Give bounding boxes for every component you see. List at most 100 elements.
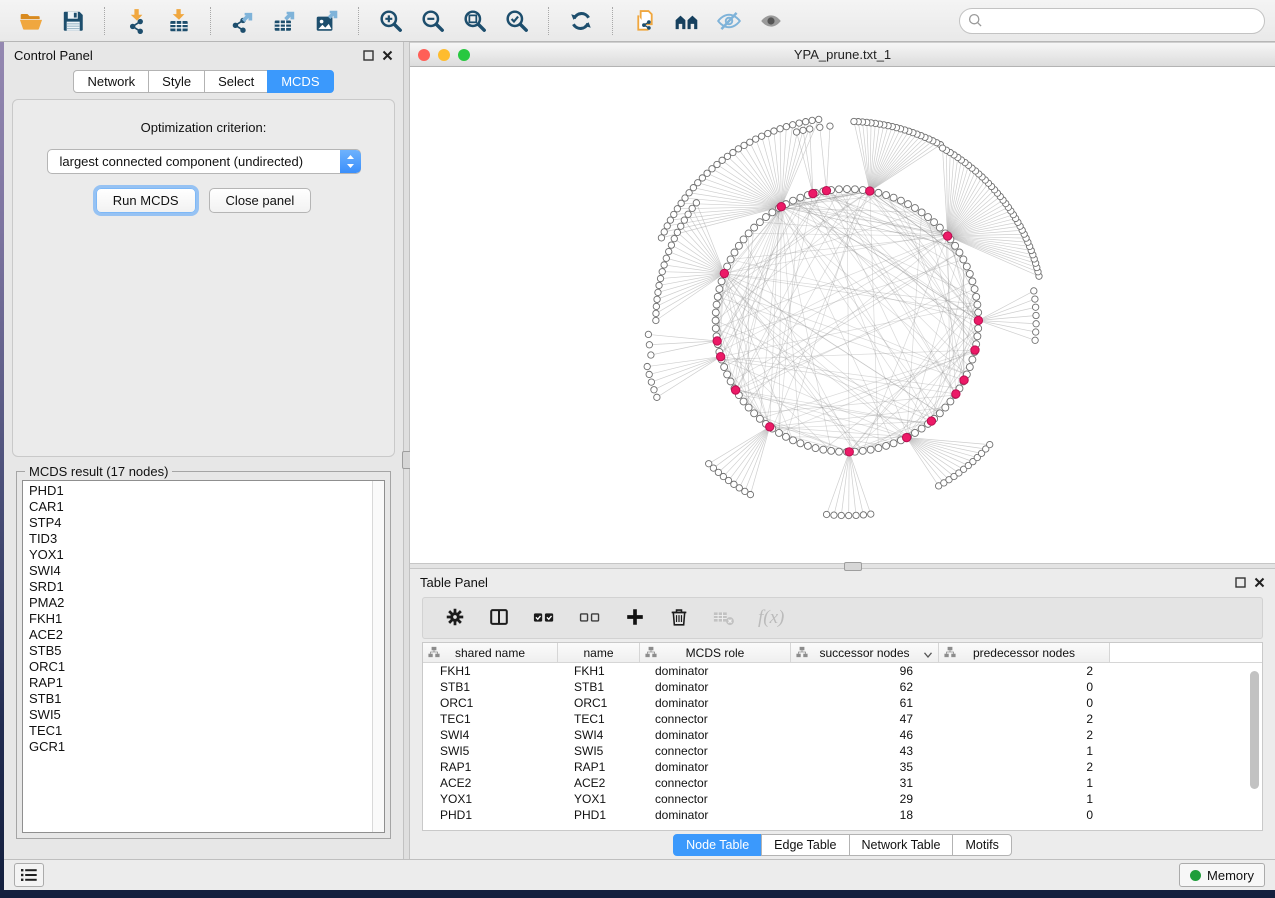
save-button[interactable]: [55, 6, 91, 36]
mcds-result-item[interactable]: PHD1: [29, 483, 372, 499]
table-row[interactable]: FKH1FKH1dominator962: [423, 663, 1262, 679]
vertical-splitter[interactable]: [403, 42, 410, 859]
mcds-result-item[interactable]: PMA2: [29, 595, 372, 611]
column-header-successor-nodes[interactable]: successor nodes: [791, 643, 939, 662]
column-header-predecessor-nodes[interactable]: predecessor nodes: [939, 643, 1110, 662]
hide-selected-button[interactable]: [711, 6, 747, 36]
add-row-button[interactable]: [620, 604, 650, 633]
close-table-panel-icon[interactable]: [1254, 577, 1265, 588]
cell-successor-nodes: 96: [788, 663, 935, 679]
tab-node-table[interactable]: Node Table: [673, 834, 762, 856]
mcds-result-item[interactable]: SWI5: [29, 707, 372, 723]
delete-row-icon: [668, 606, 690, 631]
mcds-list-scrollbar[interactable]: [372, 481, 384, 832]
mcds-result-item[interactable]: TEC1: [29, 723, 372, 739]
close-window-icon[interactable]: [418, 49, 430, 61]
column-header-MCDS-role[interactable]: MCDS role: [640, 643, 791, 662]
cell-MCDS-role: connector: [638, 743, 788, 759]
split-view-button[interactable]: [484, 604, 514, 633]
mcds-result-item[interactable]: SRD1: [29, 579, 372, 595]
table-row[interactable]: SWI5SWI5connector431: [423, 743, 1262, 759]
mcds-result-item[interactable]: GCR1: [29, 739, 372, 755]
cell-MCDS-role: dominator: [638, 727, 788, 743]
zoom-fit-button[interactable]: [457, 6, 493, 36]
table-row[interactable]: TEC1TEC1connector472: [423, 711, 1262, 727]
run-mcds-button[interactable]: Run MCDS: [96, 188, 196, 213]
toolbar-separator: [358, 7, 360, 35]
select-all-button[interactable]: [528, 604, 560, 633]
tab-style[interactable]: Style: [148, 70, 205, 93]
show-all-button[interactable]: [753, 6, 789, 36]
column-header-shared-name[interactable]: shared name: [423, 643, 558, 662]
search-box: [959, 8, 1265, 34]
close-panel-icon[interactable]: [382, 50, 393, 61]
neighbors-button[interactable]: [669, 6, 705, 36]
open-button[interactable]: [13, 6, 49, 36]
export-image-button[interactable]: [309, 6, 345, 36]
table-row[interactable]: RAP1RAP1dominator352: [423, 759, 1262, 775]
table-row[interactable]: SWI4SWI4dominator462: [423, 727, 1262, 743]
cell-shared-name: ORC1: [423, 695, 557, 711]
delete-row-button[interactable]: [664, 604, 694, 633]
horizontal-splitter-handle[interactable]: [844, 562, 862, 571]
tab-network[interactable]: Network: [73, 70, 149, 93]
cell-predecessor-nodes: 0: [935, 695, 1105, 711]
mcds-result-item[interactable]: RAP1: [29, 675, 372, 691]
table-panel-title: Table Panel: [420, 575, 488, 590]
settings-icon: [444, 606, 466, 631]
memory-button[interactable]: Memory: [1179, 863, 1265, 887]
table-row[interactable]: ACE2ACE2connector311: [423, 775, 1262, 791]
clone-network-button[interactable]: [627, 6, 663, 36]
mcds-result-item[interactable]: CAR1: [29, 499, 372, 515]
export-image-icon: [314, 8, 340, 34]
task-history-button[interactable]: [14, 863, 44, 887]
refresh-button[interactable]: [563, 6, 599, 36]
table-row[interactable]: STB1STB1dominator620: [423, 679, 1262, 695]
mcds-result-item[interactable]: STB1: [29, 691, 372, 707]
zoom-selected-button[interactable]: [499, 6, 535, 36]
cell-shared-name: SWI4: [423, 727, 557, 743]
mcds-result-item[interactable]: ORC1: [29, 659, 372, 675]
mcds-result-item[interactable]: STP4: [29, 515, 372, 531]
tab-edge-table[interactable]: Edge Table: [761, 834, 849, 856]
table-row[interactable]: ORC1ORC1dominator610: [423, 695, 1262, 711]
cell-name: STB1: [557, 679, 638, 695]
close-panel-button[interactable]: Close panel: [209, 188, 312, 213]
import-network-button[interactable]: [119, 6, 155, 36]
mcds-result-item[interactable]: TID3: [29, 531, 372, 547]
tab-network-table[interactable]: Network Table: [849, 834, 954, 856]
criterion-dropdown[interactable]: largest connected component (undirected): [47, 149, 361, 174]
cell-name: SWI5: [557, 743, 638, 759]
table-scrollbar[interactable]: [1250, 665, 1261, 815]
zoom-out-button[interactable]: [415, 6, 451, 36]
minimize-window-icon[interactable]: [438, 49, 450, 61]
zoom-in-button[interactable]: [373, 6, 409, 36]
deselect-all-button[interactable]: [574, 604, 606, 633]
table-row[interactable]: PHD1PHD1dominator180: [423, 807, 1262, 823]
import-table-button[interactable]: [161, 6, 197, 36]
zoom-in-icon: [378, 8, 404, 34]
search-input[interactable]: [988, 12, 1256, 29]
network-window-title: YPA_prune.txt_1: [410, 47, 1275, 62]
mcds-result-item[interactable]: SWI4: [29, 563, 372, 579]
settings-button[interactable]: [440, 604, 470, 633]
export-table-button[interactable]: [267, 6, 303, 36]
deselect-all-icon: [578, 606, 602, 631]
tab-motifs[interactable]: Motifs: [952, 834, 1011, 856]
float-panel-icon[interactable]: [363, 50, 374, 61]
cell-predecessor-nodes: 1: [935, 791, 1105, 807]
tab-mcds[interactable]: MCDS: [267, 70, 333, 93]
mcds-result-item[interactable]: FKH1: [29, 611, 372, 627]
export-network-button[interactable]: [225, 6, 261, 36]
float-table-panel-icon[interactable]: [1235, 577, 1246, 588]
network-canvas[interactable]: [410, 67, 1275, 563]
mcds-result-item[interactable]: YOX1: [29, 547, 372, 563]
maximize-window-icon[interactable]: [458, 49, 470, 61]
horizontal-splitter[interactable]: [410, 563, 1275, 569]
table-row[interactable]: YOX1YOX1connector291: [423, 791, 1262, 807]
mcds-result-item[interactable]: STB5: [29, 643, 372, 659]
tab-select[interactable]: Select: [204, 70, 268, 93]
table-scrollbar-thumb[interactable]: [1250, 671, 1259, 789]
column-header-name[interactable]: name: [558, 643, 640, 662]
mcds-result-item[interactable]: ACE2: [29, 627, 372, 643]
